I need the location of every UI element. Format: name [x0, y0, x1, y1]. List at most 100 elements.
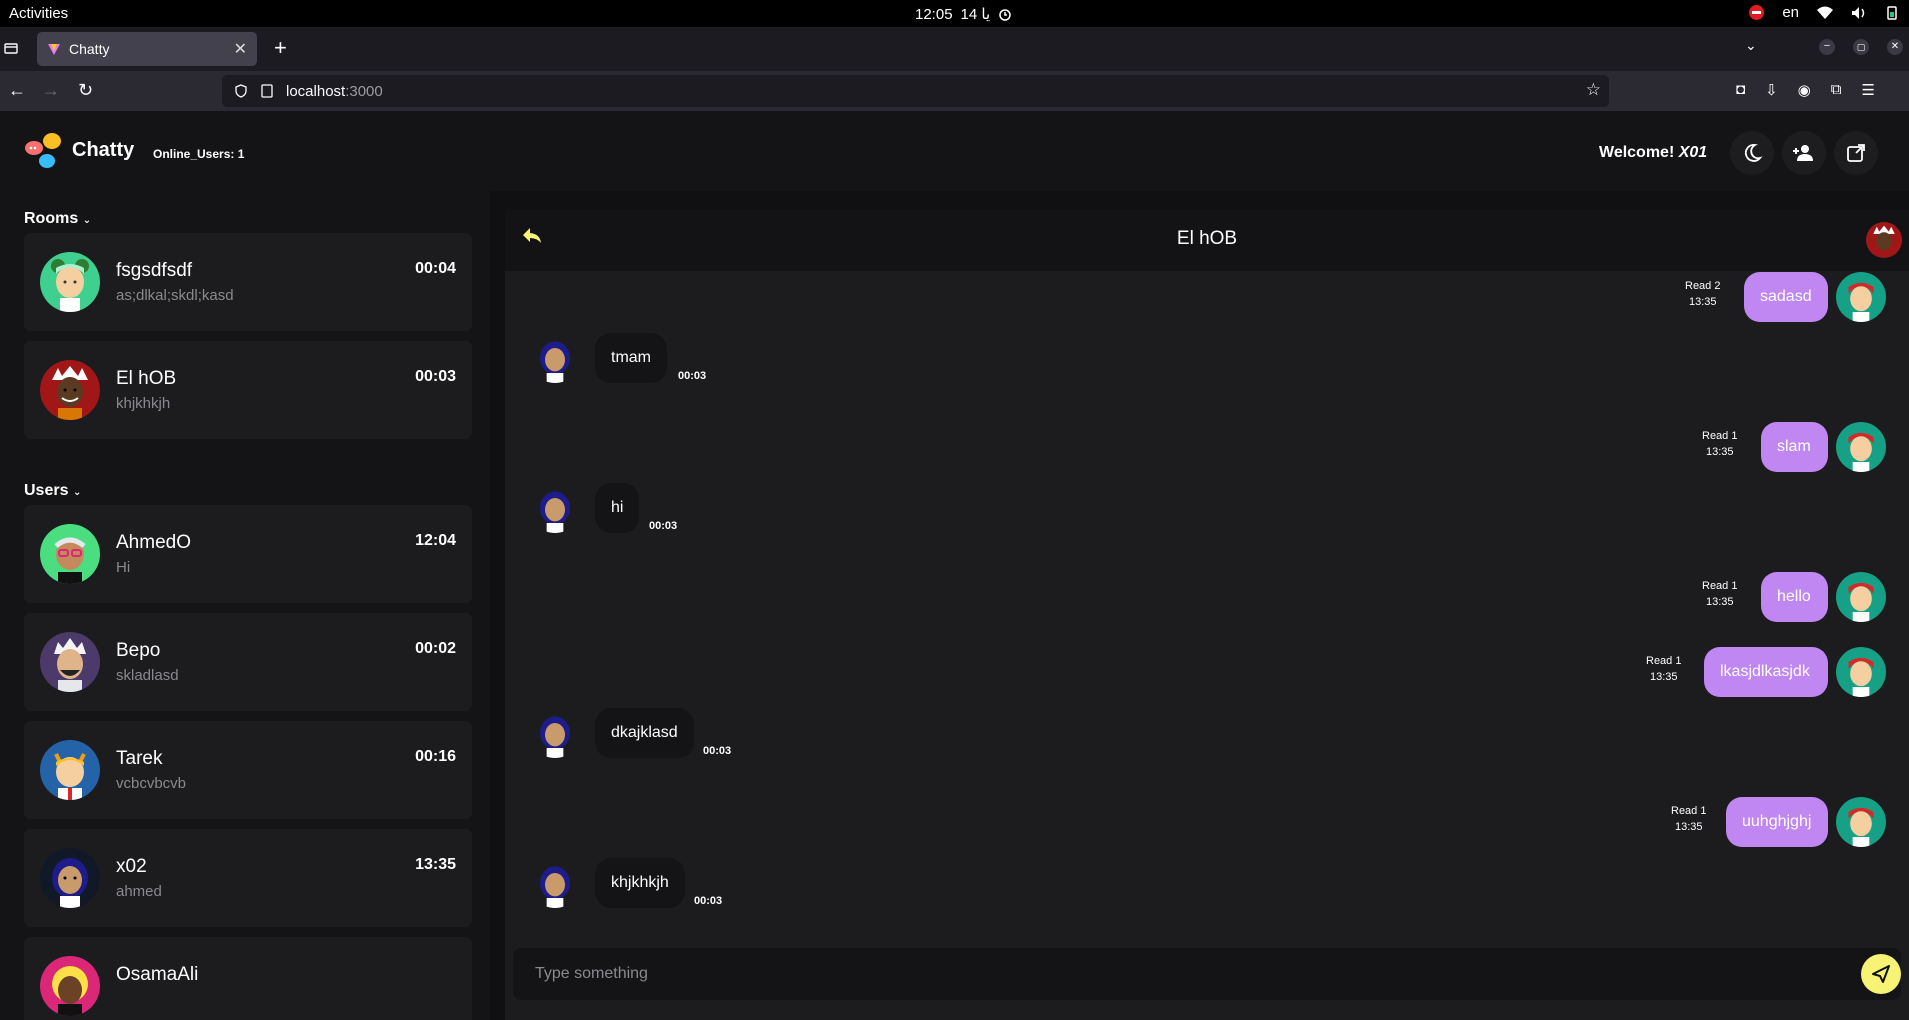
tab-overview-icon[interactable]: [4, 41, 18, 55]
chevron-down-icon: ⌄: [72, 487, 82, 498]
send-button[interactable]: [1861, 954, 1901, 994]
activities-button[interactable]: Activities: [9, 5, 68, 22]
chatty-favicon-icon: [48, 44, 60, 55]
message-time: 13:35: [1674, 821, 1703, 833]
outgoing-message[interactable]: lkasjdlkasjdk: [1704, 647, 1828, 697]
room-item[interactable]: fsgsdfsdf as;dlkal;skdl;kasd 00:04: [24, 233, 472, 331]
user-name: AhmedO: [116, 532, 191, 553]
welcome-username: X01: [1678, 144, 1708, 161]
external-link-icon: [1847, 144, 1865, 162]
read-count: Read 1: [1702, 430, 1738, 442]
back-arrow-icon[interactable]: ←: [8, 80, 26, 101]
message-input[interactable]: [513, 948, 1833, 1000]
logout-button[interactable]: [1834, 131, 1878, 175]
pocket-icon[interactable]: ◘: [1736, 81, 1745, 99]
system-tray[interactable]: en: [1749, 4, 1899, 21]
extensions-icon[interactable]: ⧉: [1831, 81, 1842, 99]
browser-tab-chatty[interactable]: Chatty ✕: [37, 32, 257, 66]
welcome-prefix: Welcome!: [1599, 144, 1679, 161]
user-item[interactable]: x02 ahmed 13:35: [24, 829, 472, 927]
chatty-app: Chatty Online_Users: 1 Welcome! X01 Room…: [0, 111, 1909, 1020]
clock-time: 12:05: [915, 5, 953, 23]
user-last-message: Hi: [116, 559, 131, 576]
url-port: :3000: [345, 82, 383, 100]
maximize-window-button[interactable]: ▢: [1853, 39, 1869, 55]
user-avatar: [40, 740, 100, 800]
room-time: 00:03: [415, 368, 456, 385]
outgoing-message[interactable]: slam: [1761, 422, 1828, 472]
add-friend-button[interactable]: [1782, 131, 1826, 175]
message-meta: Read 1 13:35: [1671, 803, 1706, 835]
user-last-message: vcbcvbcvb: [116, 775, 187, 792]
clock[interactable]: 12:05 14 يا: [915, 5, 1012, 23]
my-avatar: [1836, 422, 1886, 472]
rooms-section-toggle[interactable]: Rooms ⌄: [24, 210, 91, 228]
user-time: 13:35: [415, 856, 456, 873]
user-item[interactable]: Bepo skladlasd 00:02: [24, 613, 472, 711]
users-section-toggle[interactable]: Users ⌄: [24, 482, 81, 500]
alarm-icon: [999, 9, 1011, 21]
user-name: OsamaAli: [116, 964, 199, 985]
add-user-icon: [1793, 145, 1813, 161]
room-name: fsgsdfsdf: [116, 260, 193, 281]
sender-avatar: [530, 333, 580, 383]
user-item[interactable]: OsamaAli: [24, 937, 472, 1020]
brand-name: Chatty: [72, 139, 135, 161]
menu-icon[interactable]: ☰: [1861, 81, 1874, 99]
url-host: localhost: [286, 82, 346, 100]
downloads-icon[interactable]: ⇩: [1765, 81, 1778, 99]
read-count: Read 1: [1646, 655, 1682, 667]
user-item[interactable]: Tarek vcbcvbcvb 00:16: [24, 721, 472, 819]
bookmark-star-icon[interactable]: ☆: [1586, 80, 1601, 100]
theme-toggle-button[interactable]: [1730, 131, 1774, 175]
user-avatar: [40, 956, 100, 1016]
minimize-window-button[interactable]: –: [1819, 39, 1835, 55]
outgoing-message[interactable]: uuhghjghj: [1726, 797, 1828, 847]
tracking-shield-icon[interactable]: [234, 84, 248, 98]
read-count: Read 1: [1671, 805, 1707, 817]
room-last-message: khjkhkjh: [116, 395, 171, 412]
power-icon: [1887, 5, 1897, 20]
list-tabs-chevron-down-icon[interactable]: ⌄: [1745, 37, 1757, 54]
outgoing-message[interactable]: hello: [1761, 572, 1828, 622]
read-count: Read 2: [1685, 280, 1721, 292]
browser-toolbar-icons: ◘ ⇩ ◉ ⧉ ☰: [1736, 81, 1875, 99]
incoming-message[interactable]: khjkhkjh: [595, 858, 685, 908]
room-item[interactable]: El hOB khjkhkjh 00:03: [24, 341, 472, 439]
url-bar[interactable]: localhost:3000 ☆: [222, 75, 1609, 107]
message-time: 00:03: [678, 370, 707, 382]
welcome-message: Welcome! X01: [1599, 144, 1707, 162]
sender-avatar: [530, 858, 580, 908]
close-window-button[interactable]: ✕: [1887, 39, 1903, 55]
chatty-logo-icon: [25, 133, 61, 168]
tab-title: Chatty: [69, 41, 110, 57]
incoming-message[interactable]: dkajklasd: [595, 708, 694, 758]
system-top-bar: Activities 12:05 14 يا en: [0, 0, 1909, 27]
user-avatar: [40, 632, 100, 692]
user-item[interactable]: AhmedO Hi 12:04: [24, 505, 472, 603]
reload-icon[interactable]: ↻: [78, 80, 93, 101]
chat-title: El hOB: [1176, 228, 1238, 249]
message-time: 00:03: [703, 745, 732, 757]
outgoing-message[interactable]: sadasd: [1744, 272, 1828, 322]
language-indicator[interactable]: en: [1782, 4, 1799, 21]
account-icon[interactable]: ◉: [1798, 81, 1811, 99]
incoming-message[interactable]: hi: [595, 483, 640, 533]
chat-room-avatar[interactable]: [1866, 222, 1902, 258]
sender-avatar: [530, 708, 580, 758]
clock-date: 14 يا: [960, 6, 991, 23]
user-time: 12:04: [415, 532, 456, 549]
forward-arrow-icon[interactable]: →: [42, 80, 60, 101]
message-time: 00:03: [649, 520, 678, 532]
page-info-icon[interactable]: [260, 84, 274, 98]
window-controls: – ▢ ✕: [1819, 39, 1903, 55]
incoming-message[interactable]: tmam: [595, 333, 667, 383]
close-tab-icon[interactable]: ✕: [234, 39, 247, 59]
message-meta: Read 1 13:35: [1702, 578, 1737, 610]
my-avatar: [1836, 572, 1886, 622]
user-avatar: [40, 524, 100, 584]
new-tab-button[interactable]: +: [274, 35, 287, 61]
message-time: 13:35: [1688, 296, 1717, 308]
users-title: Users: [24, 482, 69, 499]
room-avatar: [40, 252, 100, 312]
